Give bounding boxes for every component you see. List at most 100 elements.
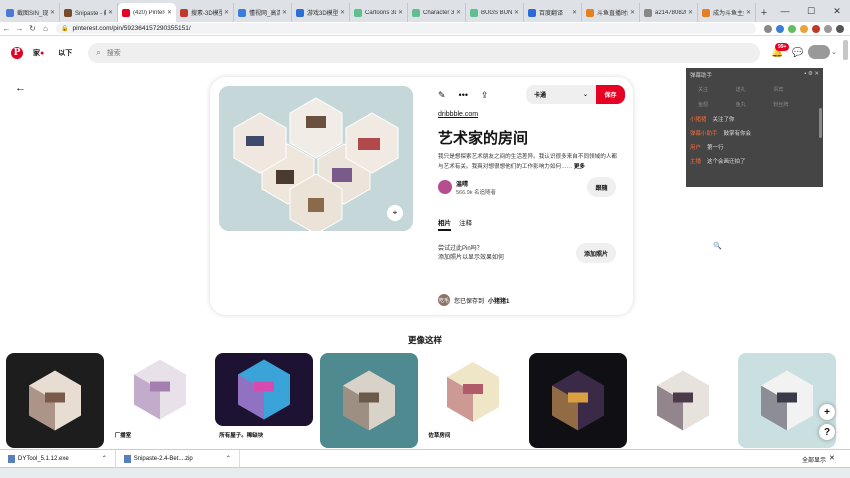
- browser-tab[interactable]: a2147808208✕: [640, 3, 698, 22]
- saved-board-link[interactable]: 小猪猪1: [488, 296, 509, 305]
- room-illustration: [656, 370, 709, 431]
- close-tab-icon[interactable]: ✕: [630, 9, 635, 16]
- minimize-button[interactable]: —: [772, 0, 798, 22]
- following-tab[interactable]: 以下: [58, 48, 72, 58]
- related-pin-caption[interactable]: 佐草房间: [428, 431, 450, 439]
- browser-tab[interactable]: 搜素-3D模型 ✕: [176, 3, 234, 22]
- close-tab-icon[interactable]: ✕: [514, 9, 519, 16]
- related-pin-caption[interactable]: 所有屋子。稀缺块: [219, 431, 263, 439]
- extension-icon[interactable]: [812, 24, 820, 33]
- close-tab-icon[interactable]: ✕: [340, 9, 345, 16]
- close-tab-icon[interactable]: ✕: [167, 9, 172, 16]
- extension-icon[interactable]: [776, 24, 784, 33]
- maximize-button[interactable]: ☐: [798, 0, 824, 22]
- browser-tab[interactable]: Snipaste - 截✕: [60, 3, 118, 22]
- back-nav-icon[interactable]: ←: [0, 24, 13, 33]
- chevron-up-icon[interactable]: ⌃: [102, 455, 107, 462]
- browser-tab[interactable]: 斗鱼直播时尚✕: [582, 3, 640, 22]
- extension-icon[interactable]: [788, 24, 796, 33]
- related-pin-image[interactable]: [529, 353, 627, 448]
- close-tab-icon[interactable]: ✕: [50, 9, 55, 16]
- new-tab-button[interactable]: +: [756, 3, 772, 22]
- close-tab-icon[interactable]: ✕: [456, 9, 461, 16]
- zoom-icon: 🔍: [713, 243, 722, 250]
- pin-image[interactable]: ⌖: [219, 86, 413, 231]
- close-tab-icon[interactable]: ✕: [398, 9, 403, 16]
- related-pin-image[interactable]: [110, 353, 209, 426]
- url-field[interactable]: 🔒 pinterest.com/pin/592364157290355151/: [56, 23, 756, 34]
- related-pin-image[interactable]: [215, 353, 314, 426]
- share-icon[interactable]: ⇪: [481, 90, 489, 101]
- close-tab-icon[interactable]: ✕: [108, 9, 113, 16]
- close-tab-icon[interactable]: ✕: [572, 9, 577, 16]
- more-options-icon[interactable]: •••: [459, 90, 468, 101]
- extension-icon[interactable]: [824, 24, 832, 33]
- tab-title: 懂视网_高清: [249, 11, 280, 17]
- download-item[interactable]: Snipaste-2.4-Bet....zip ⌃: [116, 449, 240, 468]
- visual-search-icon[interactable]: ⌖: [387, 205, 403, 221]
- chevron-up-icon[interactable]: ⌃: [226, 455, 231, 462]
- related-pin-image[interactable]: [6, 353, 104, 448]
- close-tab-icon[interactable]: ✕: [688, 9, 693, 16]
- message-user: 小猪猪: [690, 117, 707, 123]
- close-tab-icon[interactable]: ✕: [746, 9, 751, 16]
- saver-avatar[interactable]: 吃毛: [438, 294, 450, 306]
- browser-tab[interactable]: 游戏3D模型下✕: [292, 3, 350, 22]
- reload-icon[interactable]: ↻: [26, 24, 39, 33]
- close-download-bar-icon[interactable]: ✕: [829, 454, 835, 462]
- user-name[interactable]: 温晴: [456, 179, 468, 188]
- related-pin-image[interactable]: [633, 353, 732, 448]
- close-tab-icon[interactable]: ✕: [224, 9, 229, 16]
- overlay-scrollbar[interactable]: [819, 108, 822, 138]
- close-tab-icon[interactable]: ✕: [282, 9, 287, 16]
- search-bar[interactable]: ⌕ 搜索: [88, 43, 761, 63]
- create-pin-button[interactable]: +: [819, 404, 835, 420]
- avatar[interactable]: [808, 45, 830, 59]
- room-illustration: [29, 370, 81, 431]
- forward-nav-icon[interactable]: →: [13, 24, 26, 33]
- related-pin-image[interactable]: [424, 353, 523, 431]
- browser-tab[interactable]: 懂视网_高清 ✕: [234, 3, 292, 22]
- browser-tab[interactable]: 成为斗鱼主播✕: [698, 3, 756, 22]
- user-avatar[interactable]: [438, 180, 452, 194]
- pinterest-logo-icon[interactable]: P: [11, 47, 23, 59]
- room-illustration: [238, 359, 291, 420]
- close-window-button[interactable]: ✕: [824, 0, 850, 22]
- browser-tab[interactable]: 截图SIN_现在✕: [2, 3, 60, 22]
- more-link[interactable]: 更多: [574, 164, 585, 170]
- page-scrollbar[interactable]: [843, 40, 848, 60]
- show-all-downloads[interactable]: 全部显示: [802, 455, 826, 464]
- address-toolbar: ← → ↻ ⌂ 🔒 pinterest.com/pin/592364157290…: [0, 22, 850, 36]
- back-arrow-icon[interactable]: ←: [15, 82, 26, 94]
- browser-tab[interactable]: BUGS BUNNY✕: [466, 3, 524, 22]
- home-tab[interactable]: 家●: [33, 48, 44, 58]
- profile-icon[interactable]: [836, 24, 844, 33]
- related-pin-image[interactable]: [319, 353, 418, 448]
- extension-icon[interactable]: [764, 24, 772, 33]
- overlay-stat: 粉丝牌: [773, 102, 789, 108]
- edit-icon[interactable]: ✎: [438, 90, 446, 101]
- saved-to: 吃毛 您已保存到 小猪猪1: [438, 294, 509, 306]
- tab-comments[interactable]: 注释: [459, 217, 472, 231]
- browser-tab[interactable]: Cartoons 3D ✕: [350, 3, 408, 22]
- board-select[interactable]: 卡通 ⌄: [526, 85, 596, 104]
- message-icon[interactable]: 💬: [792, 47, 803, 58]
- source-link[interactable]: dribbble.com: [438, 111, 478, 118]
- follow-button[interactable]: 跟随: [587, 177, 616, 197]
- room-illustration: [552, 370, 604, 431]
- related-pin-caption[interactable]: 厂播室: [115, 431, 132, 439]
- browser-tab[interactable]: 百度翻译 ✕: [524, 3, 582, 22]
- home-icon[interactable]: ⌂: [39, 24, 52, 33]
- save-button[interactable]: 保存: [596, 85, 625, 104]
- extension-icon[interactable]: [800, 24, 808, 33]
- add-photo-button[interactable]: 添加照片: [576, 243, 616, 263]
- tab-photos[interactable]: 相片: [438, 217, 451, 231]
- tab-title: BUGS BUNNY: [481, 9, 512, 16]
- download-item[interactable]: DYTool_5.1.12.exe ⌃: [0, 449, 116, 468]
- browser-tab[interactable]: (420) Pinterest✕: [118, 3, 176, 22]
- download-filename: Snipaste-2.4-Bet....zip: [133, 455, 193, 462]
- browser-tab[interactable]: Character 3D✕: [408, 3, 466, 22]
- chevron-down-icon[interactable]: ⌄: [831, 48, 837, 56]
- overlay-controls-icon[interactable]: ▪ ⚙ ✕: [804, 71, 819, 79]
- help-button[interactable]: ?: [819, 424, 835, 440]
